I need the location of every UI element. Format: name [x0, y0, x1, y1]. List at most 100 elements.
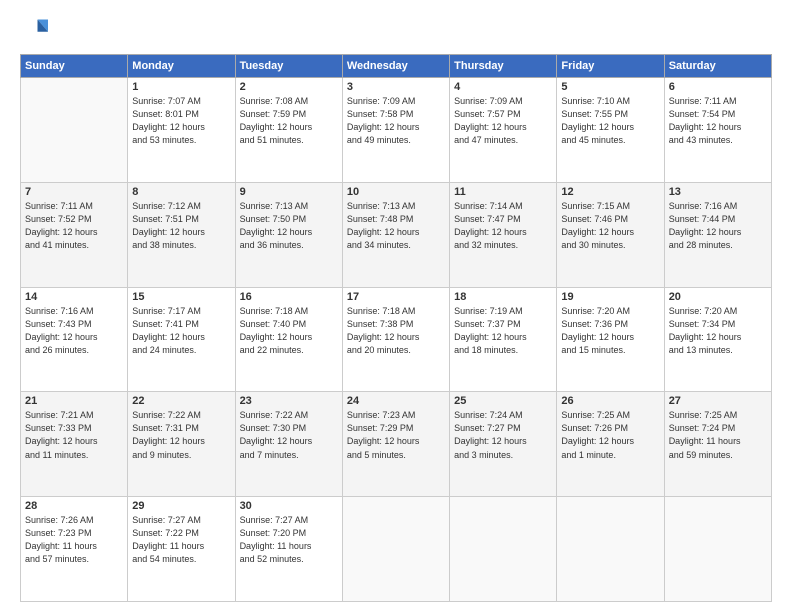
day-number: 6: [669, 81, 767, 93]
calendar-day-1: 1 Sunrise: 7:07 AM Sunset: 8:01 PM Daylig…: [128, 78, 235, 183]
day-header-thursday: Thursday: [450, 55, 557, 78]
day-number: 21: [25, 395, 123, 407]
day-info: Sunrise: 7:15 AM Sunset: 7:46 PM Dayligh…: [561, 200, 659, 252]
calendar-day-16: 16Sunrise: 7:18 AM Sunset: 7:40 PM Dayli…: [235, 287, 342, 392]
calendar-day-15: 15 Sunrise: 7:17 AM Sunset: 7:41 PM Dayli…: [128, 287, 235, 392]
calendar-day-10: 10 Sunrise: 7:13 AM Sunset: 7:48 PM Dayli…: [342, 182, 449, 287]
day-header-monday: Monday: [128, 55, 235, 78]
day-info: Sunrise: 7:08 AM Sunset: 7:59 PM Dayligh…: [240, 95, 338, 147]
day-header-sunday: Sunday: [21, 55, 128, 78]
calendar-day-21: 21 Sunrise: 7:21 AM Sunset: 7:33 PM Dayli…: [21, 392, 128, 497]
day-info: Sunrise: 7:25 AM Sunset: 7:26 PM Dayligh…: [561, 409, 659, 461]
day-number: 26: [561, 395, 659, 407]
calendar-week-row: 28 Sunrise: 7:26 AM Sunset: 7:23 PM Dayli…: [21, 497, 772, 602]
day-info: Sunrise: 7:16 AM Sunset: 7:44 PM Dayligh…: [669, 200, 767, 252]
day-info: Sunrise: 7:09 AM Sunset: 7:58 PM Dayligh…: [347, 95, 445, 147]
day-info: Sunrise: 7:27 AM Sunset: 7:22 PM Dayligh…: [132, 514, 230, 566]
day-info: Sunrise: 7:25 AM Sunset: 7:24 PM Dayligh…: [669, 409, 767, 461]
day-number: 13: [669, 186, 767, 198]
calendar-day-23: 23Sunrise: 7:22 AM Sunset: 7:30 PM Dayli…: [235, 392, 342, 497]
day-info: Sunrise: 7:21 AM Sunset: 7:33 PM Dayligh…: [25, 409, 123, 461]
calendar-header-row: SundayMondayTuesdayWednesdayThursdayFrid…: [21, 55, 772, 78]
logo: [20, 16, 52, 44]
calendar-day-27: 27 Sunrise: 7:25 AM Sunset: 7:24 PM Dayli…: [664, 392, 771, 497]
day-number: 10: [347, 186, 445, 198]
day-number: 2: [240, 81, 338, 93]
day-info: Sunrise: 7:27 AM Sunset: 7:20 PM Dayligh…: [240, 514, 338, 566]
day-number: 25: [454, 395, 552, 407]
day-info: Sunrise: 7:07 AM Sunset: 8:01 PM Dayligh…: [132, 95, 230, 147]
day-number: 19: [561, 291, 659, 303]
calendar-day-25: 25 Sunrise: 7:24 AM Sunset: 7:27 PM Dayli…: [450, 392, 557, 497]
day-number: 27: [669, 395, 767, 407]
calendar-day-empty: [664, 497, 771, 602]
day-info: Sunrise: 7:11 AM Sunset: 7:54 PM Dayligh…: [669, 95, 767, 147]
day-info: Sunrise: 7:24 AM Sunset: 7:27 PM Dayligh…: [454, 409, 552, 461]
day-header-saturday: Saturday: [664, 55, 771, 78]
day-info: Sunrise: 7:09 AM Sunset: 7:57 PM Dayligh…: [454, 95, 552, 147]
day-info: Sunrise: 7:26 AM Sunset: 7:23 PM Dayligh…: [25, 514, 123, 566]
calendar-week-row: 1 Sunrise: 7:07 AM Sunset: 8:01 PM Daylig…: [21, 78, 772, 183]
calendar-day-empty: [450, 497, 557, 602]
day-info: Sunrise: 7:12 AM Sunset: 7:51 PM Dayligh…: [132, 200, 230, 252]
day-number: 4: [454, 81, 552, 93]
calendar-day-29: 29 Sunrise: 7:27 AM Sunset: 7:22 PM Dayli…: [128, 497, 235, 602]
calendar-day-11: 11 Sunrise: 7:14 AM Sunset: 7:47 PM Dayli…: [450, 182, 557, 287]
day-number: 8: [132, 186, 230, 198]
calendar-day-5: 5 Sunrise: 7:10 AM Sunset: 7:55 PM Daylig…: [557, 78, 664, 183]
calendar-day-30: 30 Sunrise: 7:27 AM Sunset: 7:20 PM Dayli…: [235, 497, 342, 602]
calendar-day-6: 6 Sunrise: 7:11 AM Sunset: 7:54 PM Daylig…: [664, 78, 771, 183]
calendar-day-9: 9Sunrise: 7:13 AM Sunset: 7:50 PM Daylig…: [235, 182, 342, 287]
day-info: Sunrise: 7:18 AM Sunset: 7:40 PM Dayligh…: [240, 305, 338, 357]
day-number: 28: [25, 500, 123, 512]
calendar-day-14: 14Sunrise: 7:16 AM Sunset: 7:43 PM Dayli…: [21, 287, 128, 392]
calendar-day-20: 20 Sunrise: 7:20 AM Sunset: 7:34 PM Dayli…: [664, 287, 771, 392]
calendar-table: SundayMondayTuesdayWednesdayThursdayFrid…: [20, 54, 772, 602]
day-number: 15: [132, 291, 230, 303]
day-number: 12: [561, 186, 659, 198]
day-number: 18: [454, 291, 552, 303]
day-number: 29: [132, 500, 230, 512]
calendar-day-empty: [342, 497, 449, 602]
calendar-day-28: 28 Sunrise: 7:26 AM Sunset: 7:23 PM Dayli…: [21, 497, 128, 602]
day-number: 20: [669, 291, 767, 303]
header: [20, 16, 772, 44]
day-info: Sunrise: 7:20 AM Sunset: 7:34 PM Dayligh…: [669, 305, 767, 357]
calendar-day-empty: [21, 78, 128, 183]
logo-icon: [20, 16, 48, 44]
calendar-day-12: 12 Sunrise: 7:15 AM Sunset: 7:46 PM Dayli…: [557, 182, 664, 287]
page: SundayMondayTuesdayWednesdayThursdayFrid…: [0, 0, 792, 612]
day-info: Sunrise: 7:14 AM Sunset: 7:47 PM Dayligh…: [454, 200, 552, 252]
day-info: Sunrise: 7:22 AM Sunset: 7:31 PM Dayligh…: [132, 409, 230, 461]
day-info: Sunrise: 7:19 AM Sunset: 7:37 PM Dayligh…: [454, 305, 552, 357]
day-number: 11: [454, 186, 552, 198]
day-number: 1: [132, 81, 230, 93]
calendar-day-empty: [557, 497, 664, 602]
calendar-day-18: 18 Sunrise: 7:19 AM Sunset: 7:37 PM Dayli…: [450, 287, 557, 392]
day-number: 30: [240, 500, 338, 512]
day-number: 14: [25, 291, 123, 303]
day-info: Sunrise: 7:13 AM Sunset: 7:48 PM Dayligh…: [347, 200, 445, 252]
day-info: Sunrise: 7:13 AM Sunset: 7:50 PM Dayligh…: [240, 200, 338, 252]
calendar-day-7: 7 Sunrise: 7:11 AM Sunset: 7:52 PM Daylig…: [21, 182, 128, 287]
day-number: 3: [347, 81, 445, 93]
day-info: Sunrise: 7:20 AM Sunset: 7:36 PM Dayligh…: [561, 305, 659, 357]
day-header-friday: Friday: [557, 55, 664, 78]
calendar-week-row: 7 Sunrise: 7:11 AM Sunset: 7:52 PM Daylig…: [21, 182, 772, 287]
day-number: 23: [240, 395, 338, 407]
calendar-day-22: 22 Sunrise: 7:22 AM Sunset: 7:31 PM Dayli…: [128, 392, 235, 497]
calendar-day-19: 19 Sunrise: 7:20 AM Sunset: 7:36 PM Dayli…: [557, 287, 664, 392]
calendar-day-4: 4 Sunrise: 7:09 AM Sunset: 7:57 PM Daylig…: [450, 78, 557, 183]
day-info: Sunrise: 7:17 AM Sunset: 7:41 PM Dayligh…: [132, 305, 230, 357]
calendar-day-24: 24Sunrise: 7:23 AM Sunset: 7:29 PM Dayli…: [342, 392, 449, 497]
calendar-week-row: 14Sunrise: 7:16 AM Sunset: 7:43 PM Dayli…: [21, 287, 772, 392]
calendar-day-17: 17Sunrise: 7:18 AM Sunset: 7:38 PM Dayli…: [342, 287, 449, 392]
day-number: 22: [132, 395, 230, 407]
calendar-day-26: 26 Sunrise: 7:25 AM Sunset: 7:26 PM Dayli…: [557, 392, 664, 497]
day-info: Sunrise: 7:11 AM Sunset: 7:52 PM Dayligh…: [25, 200, 123, 252]
day-number: 5: [561, 81, 659, 93]
calendar-day-2: 2 Sunrise: 7:08 AM Sunset: 7:59 PM Daylig…: [235, 78, 342, 183]
day-header-wednesday: Wednesday: [342, 55, 449, 78]
day-info: Sunrise: 7:10 AM Sunset: 7:55 PM Dayligh…: [561, 95, 659, 147]
day-number: 7: [25, 186, 123, 198]
